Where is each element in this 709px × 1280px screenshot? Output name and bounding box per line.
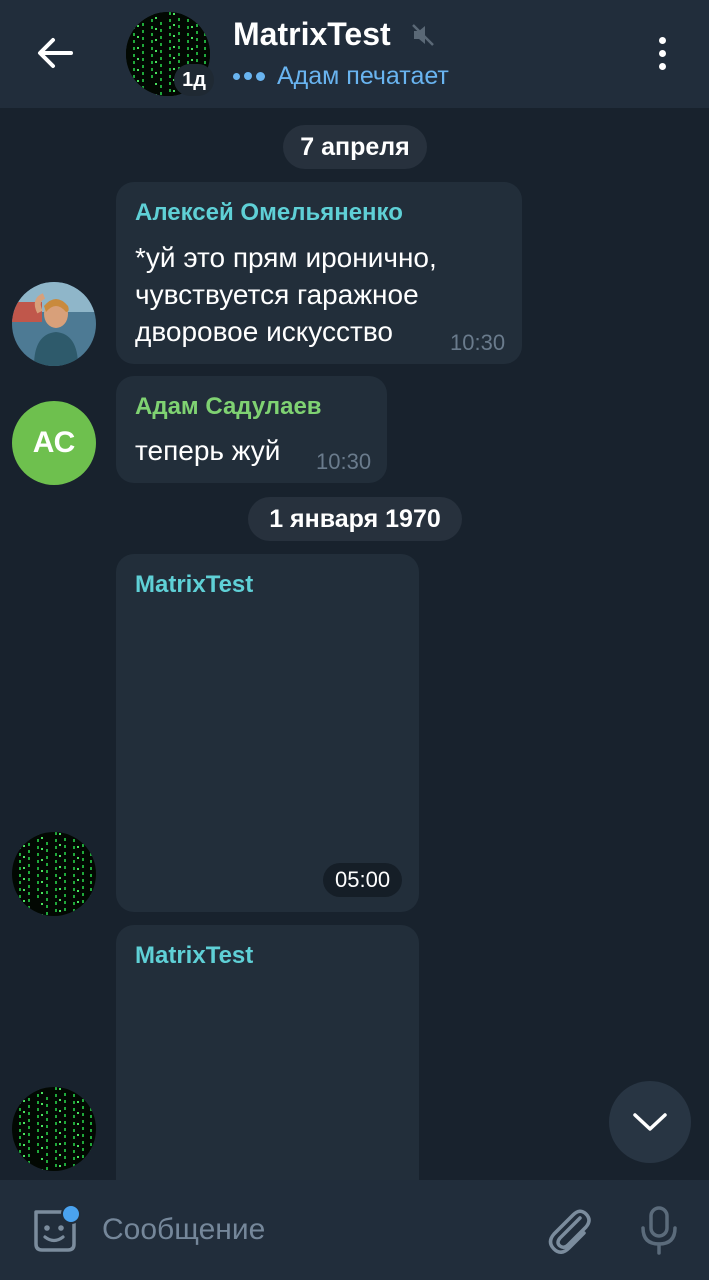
- chat-screen: 1д MatrixTest Адам печатает 7 апреля Але…: [0, 0, 709, 1280]
- message-bubble[interactable]: Алексей Омельяненко *уй это прям ироничн…: [116, 182, 522, 364]
- notification-dot: [61, 1204, 81, 1224]
- message-time: 10:30: [450, 330, 506, 355]
- microphone-icon[interactable]: [634, 1204, 684, 1256]
- sender-name[interactable]: Алексей Омельяненко: [135, 199, 403, 227]
- message-composer: [0, 1180, 709, 1280]
- message-text: чувствуется гаражное: [135, 279, 419, 310]
- avatar[interactable]: [12, 282, 96, 366]
- date-separator: 1 января 1970: [248, 497, 462, 541]
- avatar[interactable]: [12, 832, 96, 916]
- message-time: 10:30: [316, 449, 372, 474]
- typing-indicator: Адам печатает: [233, 60, 449, 92]
- typing-status: Адам печатает: [277, 61, 449, 90]
- message-text: *уй это прям иронично,: [135, 242, 437, 273]
- message-time: 05:00: [323, 863, 403, 897]
- chat-header: 1д MatrixTest Адам печатает: [0, 0, 709, 108]
- paperclip-icon[interactable]: [544, 1204, 594, 1256]
- arrow-left-icon: [38, 38, 73, 68]
- unread-badge: 1д: [174, 64, 214, 96]
- message-text: теперь жуй: [135, 435, 281, 466]
- message-bubble[interactable]: Адам Садулаев теперь жуй 10:30: [116, 376, 387, 483]
- message-text: дворовое искусство: [135, 316, 393, 347]
- message-bubble[interactable]: MatrixTest: [116, 925, 419, 1205]
- message-bubble[interactable]: MatrixTest 05:00: [116, 554, 419, 912]
- sender-name[interactable]: MatrixTest: [135, 942, 253, 970]
- sender-name[interactable]: Адам Садулаев: [135, 393, 322, 421]
- chevron-down-icon: [633, 1113, 667, 1131]
- muted-speaker-icon: [412, 24, 434, 46]
- typing-dots-icon: [233, 69, 267, 83]
- message-input[interactable]: [102, 1208, 522, 1252]
- more-menu-button[interactable]: [640, 30, 684, 76]
- date-separator: 7 апреля: [283, 125, 427, 169]
- avatar[interactable]: АС: [12, 401, 96, 485]
- chat-title[interactable]: MatrixTest: [233, 16, 391, 53]
- scroll-down-button[interactable]: [609, 1081, 691, 1163]
- avatar[interactable]: [12, 1087, 96, 1171]
- sender-name[interactable]: MatrixTest: [135, 571, 253, 599]
- back-button[interactable]: [30, 30, 80, 76]
- more-vertical-icon: [658, 36, 666, 44]
